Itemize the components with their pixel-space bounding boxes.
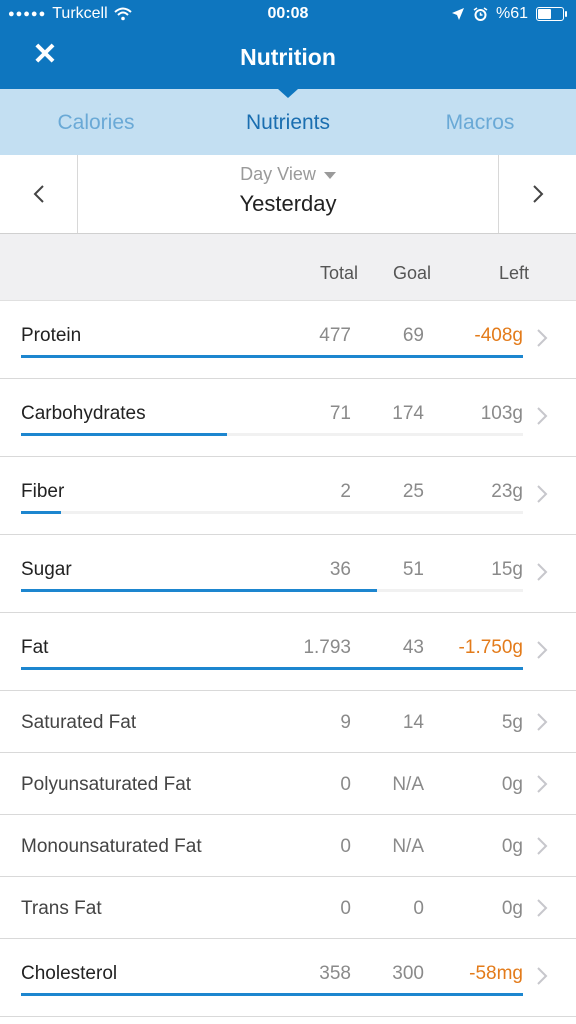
progress-bar (21, 355, 523, 358)
progress-bar (21, 589, 378, 592)
next-day-button[interactable] (498, 155, 576, 233)
progress-track (21, 993, 523, 996)
nutrient-total: 0 (340, 836, 351, 857)
day-selector: Day View Yesterday (0, 155, 576, 234)
nutrient-row[interactable]: Cholesterol 358 300 -58mg (0, 939, 576, 1017)
nutrient-name: Carbohydrates (21, 403, 146, 424)
nutrient-goal: 300 (392, 963, 424, 984)
nutrient-total: 2 (340, 481, 351, 502)
tab-bar: Calories Nutrients Macros (0, 89, 576, 155)
progress-bar (21, 667, 523, 670)
nutrient-goal: N/A (392, 774, 424, 795)
nutrient-left: -58mg (469, 963, 523, 984)
nutrient-left: 0g (501, 898, 523, 919)
chevron-right-icon (537, 713, 548, 731)
nutrient-left: 23g (491, 481, 523, 502)
tab-nutrients[interactable]: Nutrients (192, 89, 384, 155)
nutrient-row[interactable]: Protein 477 69 -408g (0, 301, 576, 379)
nutrient-row[interactable]: Sugar 36 51 15g (0, 535, 576, 613)
nutrient-left: 5g (501, 712, 523, 733)
nutrient-name: Fiber (21, 481, 65, 502)
page-title: Nutrition (240, 44, 336, 70)
chevron-right-icon (537, 899, 548, 917)
nutrient-name: Polyunsaturated Fat (21, 774, 192, 795)
nutrient-total: 0 (340, 774, 351, 795)
nutrient-goal: 174 (392, 403, 424, 424)
tab-calories[interactable]: Calories (0, 89, 192, 155)
day-view-label: Day View (240, 164, 316, 184)
nutrient-name: Monounsaturated Fat (21, 836, 202, 857)
nav-bar: ✕ Nutrition (0, 30, 576, 89)
nutrient-goal: N/A (392, 836, 424, 857)
location-arrow-icon (451, 8, 464, 20)
nutrient-left: -1.750g (458, 637, 523, 658)
nutrient-name: Trans Fat (21, 898, 102, 919)
nutrient-goal: 0 (413, 898, 424, 919)
chevron-right-icon (537, 967, 548, 985)
nutrient-total: 358 (319, 963, 351, 984)
nutrient-goal: 51 (402, 559, 424, 580)
nutrient-row[interactable]: Fat 1.793 43 -1.750g (0, 613, 576, 691)
nutrient-row[interactable]: Monounsaturated Fat 0 N/A 0g (0, 815, 576, 877)
nutrient-row[interactable]: Polyunsaturated Fat 0 N/A 0g (0, 753, 576, 815)
column-goal: Goal (393, 263, 432, 283)
chevron-right-icon (537, 563, 548, 581)
chevron-right-icon (537, 641, 548, 659)
chevron-right-icon (537, 485, 548, 503)
nutrient-name: Protein (21, 325, 82, 346)
nutrient-left: 0g (501, 836, 523, 857)
nutrient-total: 1.793 (303, 637, 351, 658)
nutrient-total: 9 (340, 712, 351, 733)
battery-icon (536, 7, 567, 21)
column-total: Total (320, 263, 359, 283)
column-header: Total Goal Left (0, 234, 576, 301)
progress-track (21, 511, 523, 514)
nutrient-name: Saturated Fat (21, 712, 137, 733)
nutrient-goal: 43 (402, 637, 424, 658)
chevron-right-icon (537, 329, 548, 347)
chevron-right-icon (537, 837, 548, 855)
progress-track (21, 355, 523, 358)
progress-track (21, 589, 523, 592)
nutrient-total: 0 (340, 898, 351, 919)
column-left: Left (499, 263, 530, 283)
nutrient-total: 71 (329, 403, 351, 424)
chevron-right-icon (537, 407, 548, 425)
chevron-right-icon (537, 775, 548, 793)
nutrient-name: Cholesterol (21, 963, 118, 984)
nutrient-goal: 69 (402, 325, 424, 346)
app-header: ●●●●● Turkcell 00:08 %61 ✕ Nutrition (0, 0, 576, 89)
progress-bar (21, 433, 227, 436)
nutrient-list: Protein 477 69 -408g Carbohydrates 71 174 103g F… (0, 301, 576, 1017)
battery-percent: %61 (495, 5, 528, 22)
dropdown-arrow-icon (323, 171, 336, 179)
nutrient-row[interactable]: Fiber 2 25 23g (0, 457, 576, 535)
nutrient-goal: 25 (402, 481, 424, 502)
tab-macros[interactable]: Macros (384, 89, 576, 155)
nutrient-left: 15g (491, 559, 523, 580)
progress-bar (21, 511, 62, 514)
progress-track (21, 667, 523, 670)
progress-bar (21, 993, 523, 996)
nutrient-row[interactable]: Trans Fat 0 0 0g (0, 877, 576, 939)
nutrient-total: 36 (329, 559, 351, 580)
nutrient-left: -408g (474, 325, 523, 346)
nutrient-name: Sugar (21, 559, 72, 580)
chevron-right-icon (532, 185, 543, 203)
nutrient-left: 103g (480, 403, 523, 424)
nutrient-row[interactable]: Carbohydrates 71 174 103g (0, 379, 576, 457)
status-bar: ●●●●● Turkcell 00:08 %61 (0, 0, 576, 30)
day-view-dropdown[interactable]: Day View Yesterday (78, 155, 498, 233)
progress-track (21, 433, 523, 436)
nutrient-goal: 14 (402, 712, 424, 733)
selected-date: Yesterday (239, 191, 337, 216)
nutrient-total: 477 (319, 325, 351, 346)
nutrient-left: 0g (501, 774, 523, 795)
alarm-clock-icon (473, 6, 488, 21)
previous-day-button[interactable] (0, 155, 78, 233)
nutrient-name: Fat (21, 637, 49, 658)
chevron-left-icon (33, 185, 44, 203)
nutrient-row[interactable]: Saturated Fat 9 14 5g (0, 691, 576, 753)
